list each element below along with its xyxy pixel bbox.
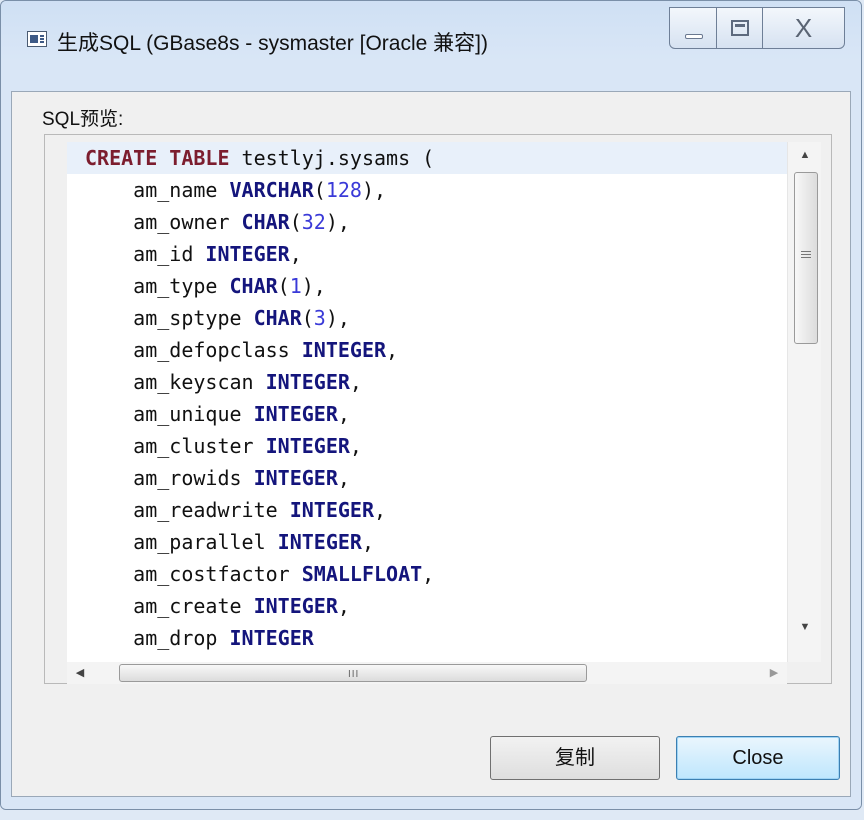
copy-button[interactable]: 复制 — [490, 736, 660, 780]
code-keyword: INTEGER — [253, 594, 338, 618]
scroll-right-arrow-icon[interactable]: ▶ — [761, 662, 787, 684]
code-keyword: INTEGER — [265, 370, 350, 394]
title-bar[interactable]: 生成SQL (GBase8s - sysmaster [Oracle 兼容]) … — [1, 1, 861, 89]
code-line: am_id INTEGER, — [67, 238, 787, 270]
code-text: , — [386, 338, 399, 362]
sql-preview-group: CREATE TABLE testlyj.sysams ( am_name VA… — [44, 134, 832, 684]
code-text: ( — [313, 178, 326, 202]
code-text: am_type — [85, 274, 230, 298]
code-text: , — [289, 242, 302, 266]
code-text: ( — [289, 210, 302, 234]
code-line: am_sptype CHAR(3), — [67, 302, 787, 334]
code-text: am_cluster — [85, 434, 266, 458]
close-window-button[interactable]: X — [763, 7, 845, 49]
code-text: , — [422, 562, 435, 586]
code-line: am_owner CHAR(32), — [67, 206, 787, 238]
horizontal-scroll-thumb[interactable]: III — [119, 664, 587, 682]
code-text: testlyj.sysams ( — [229, 146, 435, 170]
code-keyword: SMALLFLOAT — [301, 562, 423, 586]
code-text: am_sptype — [85, 306, 254, 330]
code-text: am_create — [85, 594, 254, 618]
code-text: am_costfactor — [85, 562, 302, 586]
code-text: , — [337, 466, 350, 490]
code-keyword: CHAR — [253, 306, 302, 330]
code-line: am_rowids INTEGER, — [67, 462, 787, 494]
maximize-button[interactable] — [717, 7, 763, 49]
code-text: , — [337, 594, 350, 618]
code-line: am_keyscan INTEGER, — [67, 366, 787, 398]
sql-editor[interactable]: CREATE TABLE testlyj.sysams ( am_name VA… — [67, 142, 821, 662]
code-keyword: INTEGER — [253, 402, 338, 426]
code-text: am_owner — [85, 210, 242, 234]
code-number: 128 — [325, 178, 362, 202]
scroll-up-arrow-icon[interactable]: ▲ — [788, 142, 821, 168]
code-line: am_cluster INTEGER, — [67, 430, 787, 462]
code-line: am_parallel INTEGER, — [67, 526, 787, 558]
code-text: , — [361, 530, 374, 554]
minimize-icon — [685, 34, 703, 39]
window-title: 生成SQL (GBase8s - sysmaster [Oracle 兼容]) — [57, 32, 488, 55]
code-text: ( — [277, 274, 290, 298]
code-keyword: INTEGER — [277, 530, 362, 554]
app-window-icon[interactable] — [27, 31, 47, 47]
code-text: am_unique — [85, 402, 254, 426]
sql-code-area[interactable]: CREATE TABLE testlyj.sysams ( am_name VA… — [67, 142, 787, 662]
maximize-icon — [731, 20, 749, 36]
code-text: am_parallel — [85, 530, 278, 554]
code-text: am_id — [85, 242, 206, 266]
code-line: am_type CHAR(1), — [67, 270, 787, 302]
scroll-left-arrow-icon[interactable]: ◀ — [67, 662, 93, 684]
code-keyword: CHAR — [241, 210, 290, 234]
sql-preview-dialog: 生成SQL (GBase8s - sysmaster [Oracle 兼容]) … — [0, 0, 862, 810]
vertical-scroll-thumb[interactable] — [794, 172, 818, 344]
code-number: 1 — [289, 274, 302, 298]
code-line: am_readwrite INTEGER, — [67, 494, 787, 526]
vertical-scrollbar[interactable]: ▲ ▼ — [787, 142, 821, 662]
code-keyword: INTEGER — [229, 626, 314, 650]
code-text: ), — [361, 178, 387, 202]
code-line: am_create INTEGER, — [67, 590, 787, 622]
horizontal-scrollbar[interactable]: ◀ III ▶ — [67, 662, 787, 684]
code-line: CREATE TABLE testlyj.sysams ( — [67, 142, 787, 174]
code-keyword: INTEGER — [205, 242, 290, 266]
code-text: , — [337, 402, 350, 426]
grip-icon — [801, 251, 811, 261]
code-number: 32 — [301, 210, 326, 234]
code-line: am_unique INTEGER, — [67, 398, 787, 430]
code-keyword: VARCHAR — [229, 178, 314, 202]
grip-icon: III — [348, 669, 360, 680]
code-line: am_defopclass INTEGER, — [67, 334, 787, 366]
dialog-client-area: SQL预览: CREATE TABLE testlyj.sysams ( am_… — [11, 91, 851, 797]
code-text: , — [374, 498, 387, 522]
code-line: am_costfactor SMALLFLOAT, — [67, 558, 787, 590]
code-text: ), — [325, 210, 350, 234]
close-icon: X — [794, 13, 813, 43]
code-text: am_keyscan — [85, 370, 266, 394]
caption-buttons: X — [669, 7, 845, 51]
code-keyword: CHAR — [229, 274, 278, 298]
code-line: am_drop INTEGER — [67, 622, 787, 654]
code-text: am_drop — [85, 626, 230, 650]
code-text: , — [349, 434, 362, 458]
code-keyword: INTEGER — [253, 466, 338, 490]
code-number: 3 — [313, 306, 326, 330]
code-text: , — [349, 370, 362, 394]
code-text: ), — [301, 274, 326, 298]
code-text: am_name — [85, 178, 230, 202]
minimize-button[interactable] — [669, 7, 717, 49]
code-text: am_defopclass — [85, 338, 302, 362]
code-text: ( — [301, 306, 314, 330]
code-keyword: CREATE TABLE — [85, 146, 230, 170]
code-text: ), — [325, 306, 350, 330]
code-text: am_rowids — [85, 466, 254, 490]
code-text: am_readwrite — [85, 498, 290, 522]
sql-preview-label: SQL预览: — [42, 109, 124, 130]
scroll-down-arrow-icon[interactable]: ▼ — [788, 614, 821, 640]
code-keyword: INTEGER — [265, 434, 350, 458]
code-keyword: INTEGER — [301, 338, 387, 362]
code-line: am_name VARCHAR(128), — [67, 174, 787, 206]
close-button[interactable]: Close — [676, 736, 840, 780]
code-keyword: INTEGER — [289, 498, 374, 522]
